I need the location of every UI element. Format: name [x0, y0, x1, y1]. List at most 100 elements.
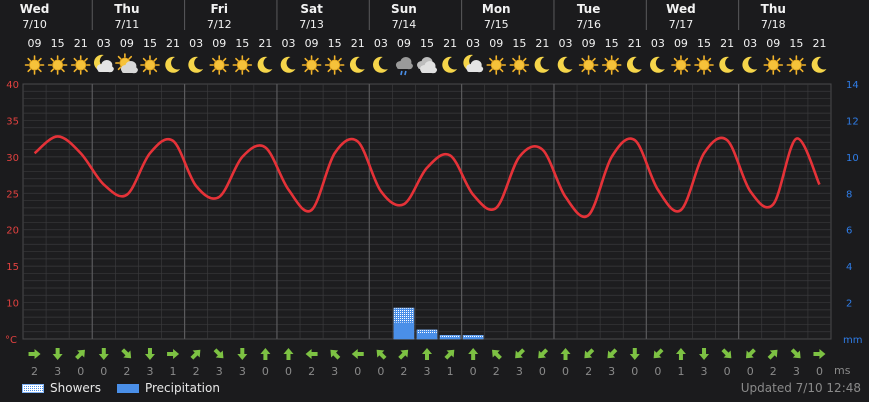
day-date: 7/13: [299, 18, 324, 31]
wind-speed: 0: [100, 365, 107, 378]
legend-precipitation-label: Precipitation: [144, 381, 220, 395]
day-name: Thu: [761, 2, 786, 16]
hour-label: 09: [397, 37, 411, 50]
day-name: Sat: [300, 2, 323, 16]
precipitation-bar: [416, 333, 438, 339]
sun-icon: [601, 55, 622, 75]
wind-speed: 2: [31, 365, 38, 378]
rain-cloud-icon: [395, 57, 413, 76]
y-right-tick: 8: [846, 189, 852, 200]
y-left-tick: 30: [6, 153, 19, 164]
moon-icon: [349, 56, 365, 73]
weather-icons-row: [24, 53, 827, 76]
wind-speed: 0: [654, 365, 661, 378]
day-name: Sun: [391, 2, 417, 16]
wind-speed: 3: [701, 365, 708, 378]
wind-speed: 2: [123, 365, 130, 378]
wind-speed: 0: [470, 365, 477, 378]
hour-label: 21: [628, 37, 642, 50]
wind-speed: 3: [424, 365, 431, 378]
hour-label: 03: [651, 37, 665, 50]
hour-label: 21: [443, 37, 457, 50]
hour-label: 15: [789, 37, 803, 50]
wind-arrow-icon: [75, 349, 85, 360]
moon-icon: [811, 56, 827, 73]
wind-speed: 0: [262, 365, 269, 378]
wind-speed: 0: [724, 365, 731, 378]
legend-showers-label: Showers: [50, 381, 101, 395]
y-left-tick: 20: [6, 226, 19, 237]
day-name: Thu: [114, 2, 139, 16]
hour-label: 21: [258, 37, 272, 50]
moon-icon: [534, 56, 550, 73]
wind-arrow-icon: [121, 348, 132, 359]
sun-icon: [70, 55, 91, 75]
sun-cloud-icon: [115, 53, 138, 74]
sun-icon: [509, 55, 530, 75]
y-left-tick: 15: [6, 262, 19, 273]
day-name: Tue: [577, 2, 601, 16]
wind-speed: 3: [331, 365, 338, 378]
wind-arrow-icon: [144, 348, 155, 360]
wind-arrow-icon: [699, 348, 710, 360]
wind-speed: 2: [585, 365, 592, 378]
wind-speed: 0: [285, 365, 292, 378]
hour-label: 15: [51, 37, 65, 50]
wind-speed: 0: [562, 365, 569, 378]
hour-label: 09: [305, 37, 319, 50]
hour-label: 21: [166, 37, 180, 50]
hour-label: 03: [743, 37, 757, 50]
moon-icon: [719, 56, 735, 73]
wind-arrow-icon: [629, 348, 640, 360]
hour-label: 09: [212, 37, 226, 50]
hour-label: 03: [97, 37, 111, 50]
wind-arrow-icon: [422, 348, 432, 360]
day-date: 7/17: [669, 18, 694, 31]
wind-arrow-icon: [560, 348, 571, 360]
wind-arrow-icon: [283, 348, 294, 360]
hour-label: 09: [766, 37, 780, 50]
wind-speed: 3: [239, 365, 246, 378]
wind-unit: ms: [834, 364, 851, 377]
moon-icon: [188, 56, 204, 73]
y-right-tick: 4: [846, 262, 852, 273]
legend-precipitation: Precipitation: [116, 381, 220, 395]
wind-arrow-icon: [538, 348, 549, 359]
wind-arrow-icon: [213, 348, 224, 359]
wind-arrow-icon: [813, 349, 826, 359]
wind-speed: 0: [816, 365, 823, 378]
y-right-unit: mm: [843, 335, 862, 346]
wind-arrow-icon: [305, 349, 318, 359]
wind-arrow-icon: [444, 349, 455, 360]
hour-label: 15: [512, 37, 526, 50]
moon-cloud-icon: [463, 54, 484, 73]
y-right-tick: 6: [846, 226, 852, 237]
moon-icon: [650, 56, 665, 73]
wind-speed: 3: [608, 365, 615, 378]
wind-arrow-icon: [52, 348, 63, 360]
wind-speed: 2: [493, 365, 500, 378]
plot-area: [22, 83, 832, 340]
wind-arrow-icon: [330, 349, 341, 360]
day-date: 7/15: [484, 18, 509, 31]
day-name: Fri: [210, 2, 227, 16]
wind-speed: 0: [747, 365, 754, 378]
wind-speed: 3: [516, 365, 523, 378]
hour-label: 03: [559, 37, 573, 50]
wind-arrow-icon: [468, 348, 479, 360]
wind-arrow-icon: [584, 348, 595, 359]
hour-label: 03: [374, 37, 388, 50]
wind-arrow-icon: [98, 348, 109, 360]
y-left-tick: 25: [6, 189, 19, 200]
wind-speed: 2: [193, 365, 200, 378]
sun-icon: [786, 55, 807, 75]
day-date: 7/18: [761, 18, 786, 31]
hour-label: 09: [120, 37, 134, 50]
wind-arrow-icon: [721, 348, 732, 359]
moon-icon: [557, 56, 573, 73]
y-left-tick: 35: [6, 116, 19, 127]
wind-speed: 0: [377, 365, 384, 378]
precipitation-bar: [463, 337, 484, 339]
hour-label: 09: [674, 37, 688, 50]
y-right-tick: 10: [846, 153, 859, 164]
